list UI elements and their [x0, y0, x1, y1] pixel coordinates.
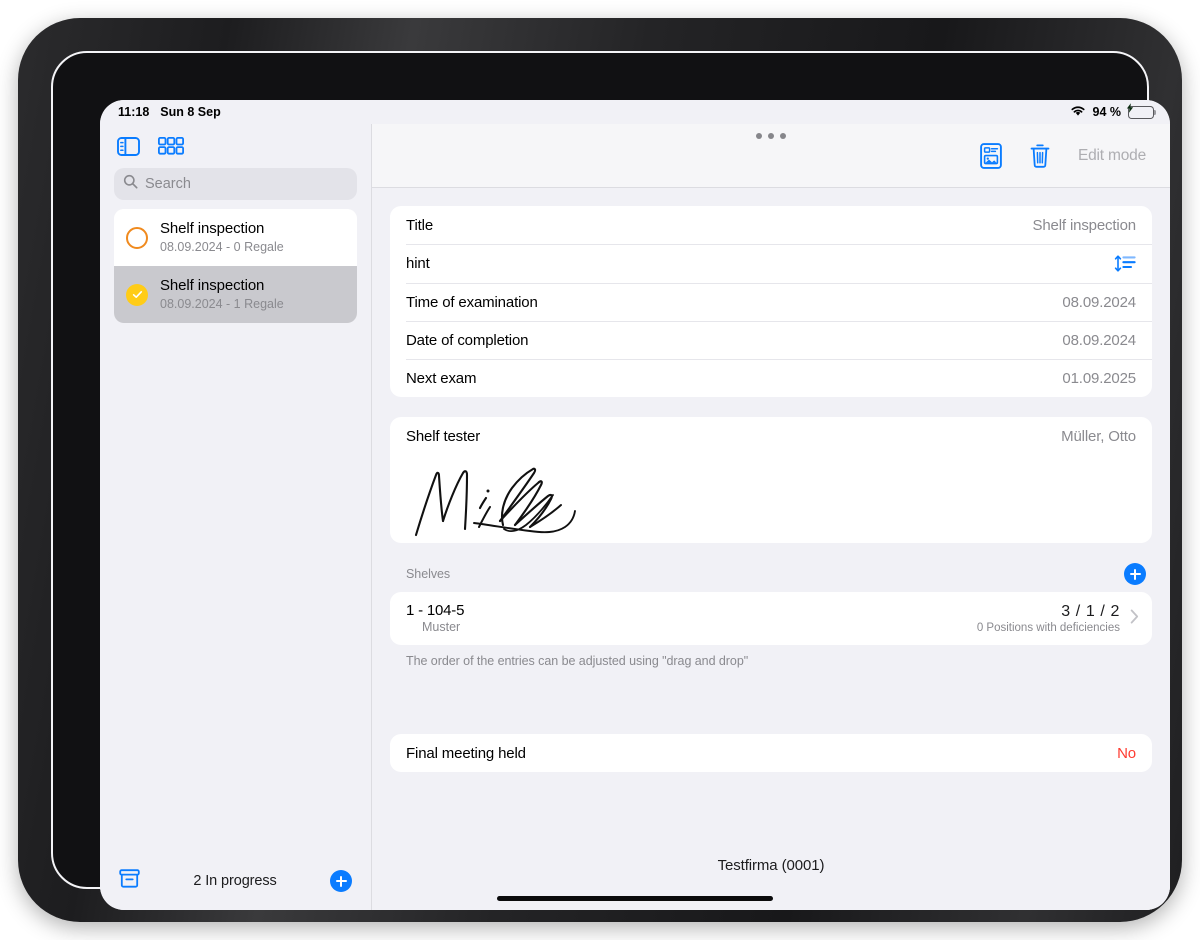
status-time: 11:18	[118, 105, 150, 119]
chevron-right-icon	[1130, 609, 1139, 628]
grid-view-icon[interactable]	[157, 136, 184, 155]
battery-percent-label: 94 %	[1092, 105, 1122, 119]
detail-footer: Testfirma (0001)	[372, 852, 1170, 910]
add-shelf-button[interactable]	[1124, 563, 1146, 585]
row-label: Final meeting held	[406, 744, 526, 762]
row-next-exam[interactable]: Next exam 01.09.2025	[390, 359, 1152, 397]
row-value: 08.09.2024	[1062, 331, 1136, 349]
sidebar-footer: 2 In progress	[100, 852, 371, 910]
list-item[interactable]: Shelf inspection 08.09.2024 - 0 Regale	[114, 209, 357, 266]
row-label: Date of completion	[406, 331, 529, 349]
row-value: Shelf inspection	[1032, 216, 1136, 234]
device-bezel: 11:18 Sun 8 Sep 94 % Search Shelf inspec…	[51, 51, 1170, 910]
list-item-title: Shelf inspection	[160, 220, 265, 237]
shelf-entry-title: 1 - 104-5	[406, 602, 465, 619]
inspection-list: Shelf inspection 08.09.2024 - 0 Regale S…	[100, 209, 371, 323]
sidebar-toolbar	[100, 124, 371, 168]
row-title[interactable]: Title Shelf inspection	[390, 206, 1152, 244]
home-indicator[interactable]	[497, 896, 773, 901]
status-date: Sun 8 Sep	[160, 105, 221, 119]
in-progress-count-label: 2 In progress	[193, 873, 277, 889]
line-spacing-icon[interactable]	[1114, 254, 1136, 273]
shelves-section: Shelves 1 - 104-5 Muster 3 / 1 / 2 0 Pos…	[390, 563, 1152, 668]
document-card-icon[interactable]	[980, 142, 1002, 169]
trash-icon[interactable]	[1029, 143, 1051, 169]
edit-mode-button[interactable]: Edit mode	[1078, 147, 1146, 165]
row-label: hint	[406, 255, 430, 272]
multitasking-dots-icon[interactable]	[756, 133, 786, 139]
row-time-of-examination[interactable]: Time of examination 08.09.2024	[390, 283, 1152, 321]
status-bar: 11:18 Sun 8 Sep 94 %	[100, 100, 1170, 124]
circle-outline-icon	[126, 226, 148, 249]
detail-pane: Edit mode Title Shelf inspection hint Ti…	[371, 124, 1170, 910]
detail-toolbar: Edit mode	[372, 124, 1170, 188]
row-shelf-tester[interactable]: Shelf tester Müller, Otto	[390, 417, 1152, 455]
ipad-device-frame: 11:18 Sun 8 Sep 94 % Search Shelf inspec…	[18, 18, 1182, 922]
list-item[interactable]: Shelf inspection 08.09.2024 - 1 Regale	[114, 266, 357, 323]
row-label: Time of examination	[406, 293, 538, 311]
add-inspection-button[interactable]	[330, 870, 352, 892]
row-final-meeting[interactable]: Final meeting held No	[390, 734, 1152, 772]
row-date-of-completion[interactable]: Date of completion 08.09.2024	[390, 321, 1152, 359]
list-item-subtitle: 08.09.2024 - 0 Regale	[160, 240, 284, 254]
row-value: 08.09.2024	[1062, 293, 1136, 311]
row-value: Müller, Otto	[1061, 427, 1136, 445]
inspection-info-card: Title Shelf inspection hint Time of exam…	[390, 206, 1152, 397]
archive-box-icon[interactable]	[119, 869, 140, 893]
row-value: 01.09.2025	[1062, 369, 1136, 387]
shelves-section-label: Shelves	[406, 567, 451, 581]
row-label: Title	[406, 216, 434, 234]
shelf-tester-card: Shelf tester Müller, Otto	[390, 417, 1152, 543]
list-item-subtitle: 08.09.2024 - 1 Regale	[160, 297, 284, 311]
handwritten-signature	[414, 467, 576, 537]
sidebar-toggle-icon[interactable]	[117, 136, 140, 156]
drag-and-drop-hint: The order of the entries can be adjusted…	[406, 654, 749, 668]
row-hint[interactable]: hint	[390, 244, 1152, 283]
search-field[interactable]	[114, 168, 357, 200]
wifi-icon	[1070, 105, 1086, 120]
shelf-entry-counts: 3 / 1 / 2	[1061, 602, 1120, 620]
shelf-entry-subtitle: Muster	[422, 620, 461, 634]
circle-check-filled-icon	[126, 283, 148, 306]
detail-scroll-area: Title Shelf inspection hint Time of exam…	[372, 188, 1170, 852]
search-input[interactable]	[145, 176, 348, 192]
shelf-entry-deficiencies: 0 Positions with deficiencies	[976, 621, 1120, 634]
device-screen: 11:18 Sun 8 Sep 94 % Search Shelf inspec…	[100, 100, 1170, 910]
company-label: Testfirma (0001)	[717, 857, 825, 874]
list-item-title: Shelf inspection	[160, 277, 265, 294]
row-label: Shelf tester	[406, 427, 481, 445]
battery-charging-icon	[1127, 103, 1157, 119]
search-icon	[123, 174, 138, 194]
final-meeting-card: Final meeting held No	[390, 734, 1152, 772]
signature-area[interactable]	[390, 455, 1152, 543]
shelf-entry-row[interactable]: 1 - 104-5 Muster 3 / 1 / 2 0 Positions w…	[390, 592, 1152, 645]
sidebar: Shelf inspection 08.09.2024 - 0 Regale	[100, 124, 371, 910]
row-label: Next exam	[406, 369, 477, 387]
row-value: No	[1117, 744, 1136, 762]
